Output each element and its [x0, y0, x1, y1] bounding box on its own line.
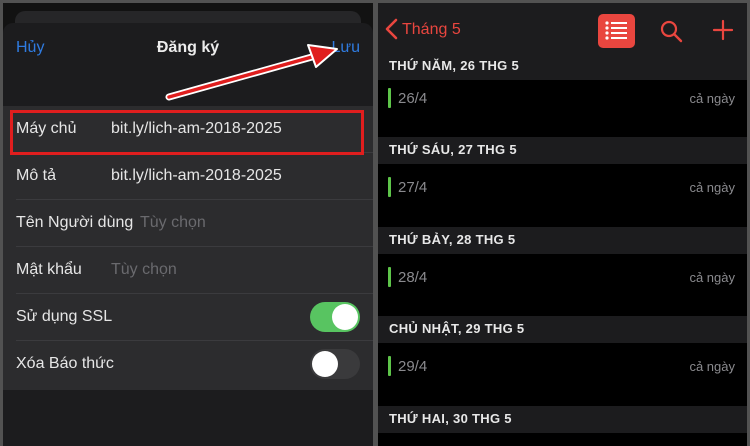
remove-alarms-row: Xóa Báo thức	[3, 341, 373, 388]
event-title: 27/4	[398, 179, 428, 196]
event-duration: cả ngày	[689, 180, 735, 195]
list-icon	[605, 21, 627, 40]
ssl-label: Sử dụng SSL	[16, 308, 113, 325]
day-header-label: THỨ NĂM, 26 THG 5	[389, 58, 520, 73]
search-icon[interactable]	[659, 19, 683, 43]
ssl-toggle[interactable]	[310, 302, 360, 332]
day-header-label: CHỦ NHẬT, 29 THG 5	[389, 321, 525, 336]
username-row[interactable]: Tên Người dùng Tùy chọn	[3, 200, 373, 247]
day-header: THỨ NĂM, 26 THG 5	[378, 53, 747, 80]
username-field[interactable]: Tùy chọn	[140, 214, 206, 232]
event-item[interactable]: 26/4 cả ngày	[378, 80, 747, 118]
calendar-color-bar	[388, 177, 391, 197]
username-label: Tên Người dùng	[16, 214, 134, 231]
day-header-label: THỨ SÁU, 27 THG 5	[389, 142, 517, 157]
event-item[interactable]: 28/4 cả ngày	[378, 259, 747, 297]
remove-alarms-toggle[interactable]	[310, 349, 360, 379]
toggle-knob	[312, 351, 338, 377]
day-header-label: THỨ HAI, 30 THG 5	[389, 411, 512, 426]
event-item[interactable]: 29/4 cả ngày	[378, 348, 747, 386]
chevron-left-icon[interactable]	[384, 18, 400, 40]
event-duration: cả ngày	[689, 359, 735, 374]
event-duration: cả ngày	[689, 91, 735, 106]
day-header: THỨ HAI, 30 THG 5	[378, 406, 747, 433]
calendar-color-bar	[388, 356, 391, 376]
back-month-button[interactable]: Tháng 5	[402, 21, 461, 39]
password-row[interactable]: Mật khẩu Tùy chọn	[3, 247, 373, 294]
day-header: THỨ BẢY, 28 THG 5	[378, 227, 747, 254]
annotation-arrow-icon	[165, 44, 338, 101]
calendar-panel: Tháng 5 THỨ NĂM, 26 THG 5 26/4 cả ngày T…	[378, 3, 747, 446]
event-title: 26/4	[398, 90, 428, 107]
plus-icon[interactable]	[711, 18, 735, 42]
ssl-row: Sử dụng SSL	[3, 294, 373, 341]
event-title: 29/4	[398, 358, 428, 375]
day-header: THỨ SÁU, 27 THG 5	[378, 137, 747, 164]
sheet-footer	[3, 390, 373, 446]
event-item[interactable]: 27/4 cả ngày	[378, 169, 747, 207]
password-label: Mật khẩu	[16, 261, 82, 278]
description-field[interactable]: bit.ly/lich-am-2018-2025	[111, 167, 282, 185]
calendar-navbar: Tháng 5	[378, 3, 747, 53]
description-row[interactable]: Mô tả bit.ly/lich-am-2018-2025	[3, 153, 373, 200]
description-label: Mô tả	[16, 167, 57, 184]
password-field[interactable]: Tùy chọn	[111, 261, 177, 279]
list-view-button[interactable]	[598, 14, 635, 48]
calendar-color-bar	[388, 267, 391, 287]
day-header: CHỦ NHẬT, 29 THG 5	[378, 316, 747, 343]
day-header-label: THỨ BẢY, 28 THG 5	[389, 232, 516, 247]
subscription-panel: Hủy Đăng ký Lưu Máy chủ bit.ly/lich-am-2…	[3, 3, 373, 446]
calendar-color-bar	[388, 88, 391, 108]
toggle-knob	[332, 304, 358, 330]
remove-alarms-label: Xóa Báo thức	[16, 355, 114, 372]
event-duration: cả ngày	[689, 270, 735, 285]
event-title: 28/4	[398, 269, 428, 286]
